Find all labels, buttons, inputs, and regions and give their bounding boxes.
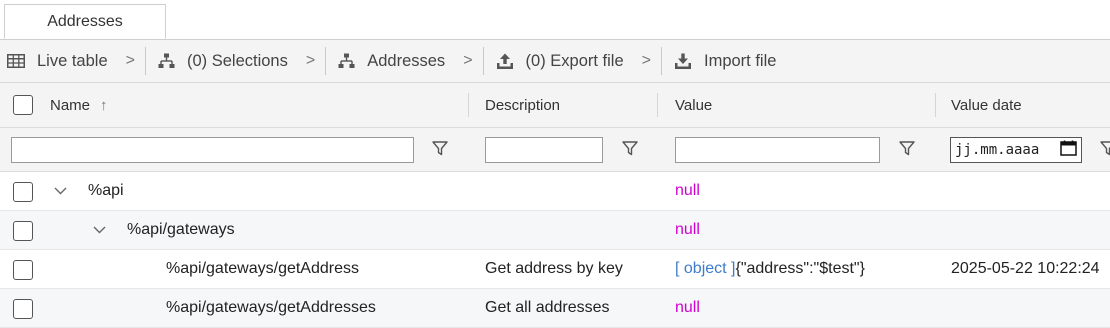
column-label: Value	[675, 96, 713, 114]
column-header-description[interactable]: Description	[485, 83, 560, 127]
value-filter-input[interactable]	[675, 137, 880, 163]
tab-addresses[interactable]: Addresses	[4, 4, 166, 39]
download-icon	[674, 53, 692, 70]
filter-icon[interactable]	[1100, 141, 1110, 161]
row-name: %api/gateways	[127, 221, 235, 238]
upload-icon	[496, 53, 514, 70]
table-row[interactable]: %api/gateways/getAddresses Get all addre…	[0, 289, 1110, 328]
chevron-right-icon: >	[641, 52, 651, 69]
row-checkbox[interactable]	[13, 299, 33, 319]
chevron-down-icon[interactable]	[54, 172, 67, 210]
row-checkbox[interactable]	[13, 221, 33, 241]
table-header: Name ↑ Description Value Value date	[0, 83, 1110, 128]
hierarchy-icon	[158, 53, 175, 69]
import-file-button[interactable]: Import file	[662, 40, 776, 82]
row-name: %api	[88, 182, 124, 199]
name-filter-input[interactable]	[11, 137, 414, 163]
import-file-label: Import file	[704, 51, 777, 70]
hierarchy-icon	[338, 53, 355, 69]
object-value-text: {"address":"$test"}	[735, 260, 865, 277]
table-row[interactable]: %api/gateways/getAddress Get address by …	[0, 250, 1110, 289]
row-name: %api/gateways/getAddress	[166, 260, 359, 277]
chevron-right-icon: >	[463, 52, 473, 69]
table-icon	[7, 54, 25, 68]
calendar-icon[interactable]	[1060, 140, 1077, 160]
live-table-button[interactable]: Live table >	[0, 40, 145, 82]
row-value-null: null	[675, 221, 700, 238]
table-row[interactable]: %api null	[0, 172, 1110, 211]
row-value-null: null	[675, 182, 700, 199]
column-header-name[interactable]: Name ↑	[50, 83, 108, 127]
export-file-label: (0) Export file	[525, 51, 624, 70]
filter-icon[interactable]	[899, 141, 915, 161]
column-header-value-date[interactable]: Value date	[951, 83, 1022, 127]
column-header-value[interactable]: Value	[675, 83, 712, 127]
description-filter-input[interactable]	[485, 137, 603, 163]
row-description: Get all addresses	[485, 299, 610, 316]
row-value-date: 2025-05-22 10:22:24	[951, 260, 1100, 277]
chevron-right-icon: >	[125, 52, 135, 69]
chevron-down-icon[interactable]	[93, 211, 106, 249]
row-value: [ object ] {"address":"$test"}	[675, 250, 865, 288]
row-checkbox[interactable]	[13, 182, 33, 202]
row-checkbox[interactable]	[13, 260, 33, 280]
chevron-right-icon: >	[305, 52, 316, 69]
select-all-checkbox[interactable]	[13, 95, 33, 115]
live-table-label: Live table	[37, 51, 108, 70]
sort-ascending-icon[interactable]: ↑	[100, 97, 108, 114]
column-label: Name	[50, 96, 91, 114]
tab-label: Addresses	[47, 12, 123, 30]
row-description: Get address by key	[485, 260, 623, 277]
column-divider[interactable]	[468, 93, 469, 117]
tab-bar: Addresses	[0, 0, 1110, 40]
toolbar: Live table > (0) Selections > Addresses …	[0, 40, 1110, 83]
row-name: %api/gateways/getAddresses	[166, 299, 376, 316]
selections-button[interactable]: (0) Selections >	[146, 40, 325, 82]
filter-row: jj.mm.aaaa	[0, 128, 1110, 172]
column-label: Description	[485, 96, 561, 114]
date-placeholder: jj.mm.aaaa	[955, 142, 1040, 158]
column-divider[interactable]	[935, 93, 936, 117]
value-date-filter-input[interactable]: jj.mm.aaaa	[950, 137, 1082, 163]
addresses-button[interactable]: Addresses >	[326, 40, 482, 82]
column-divider[interactable]	[657, 93, 658, 117]
filter-icon[interactable]	[432, 141, 448, 161]
table-row[interactable]: %api/gateways null	[0, 211, 1110, 250]
selections-label: (0) Selections	[186, 51, 288, 70]
row-value-null: null	[675, 299, 700, 316]
filter-icon[interactable]	[622, 141, 638, 161]
export-file-button[interactable]: (0) Export file >	[484, 40, 661, 82]
object-type-tag[interactable]: [ object ]	[675, 260, 735, 278]
column-label: Value date	[951, 96, 1022, 114]
addresses-label: Addresses	[367, 51, 446, 70]
